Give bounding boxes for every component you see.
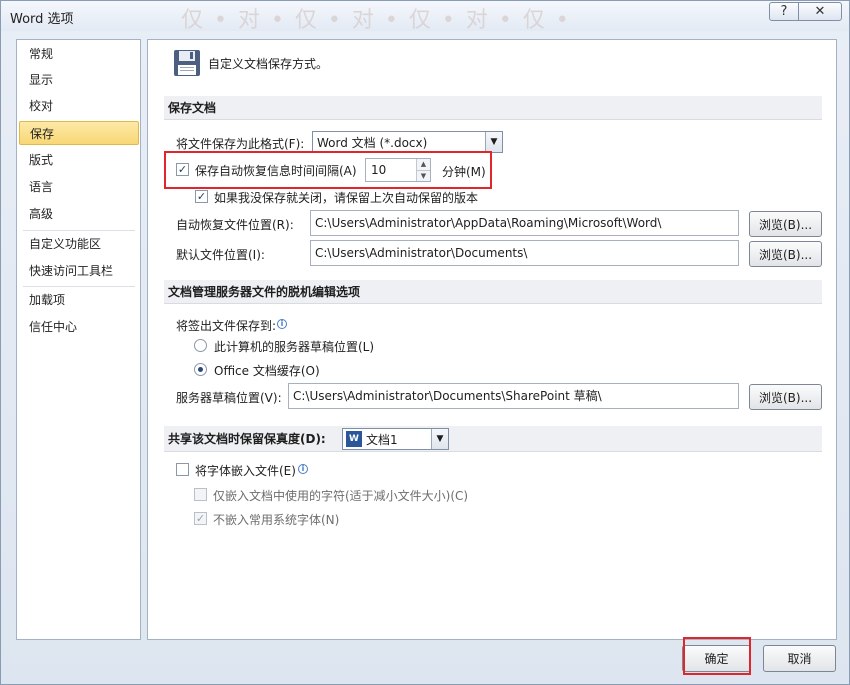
section-save-documents: 保存文档 <box>164 96 822 120</box>
word-options-dialog: Word 选项 仅 • 对 • 仅 • 对 • 仅 • 对 • 仅 • ? ✕ … <box>0 0 850 685</box>
save-format-value: Word 文档 (*.docx) <box>317 135 428 150</box>
nav-item-quick-access-toolbar[interactable]: 快速访问工具栏 <box>19 259 139 283</box>
title-watermark: 仅 • 对 • 仅 • 对 • 仅 • 对 • 仅 • <box>181 8 571 33</box>
panel-header: 自定义文档保存方式。 <box>172 48 328 78</box>
server-drafts-label: 此计算机的服务器草稿位置(L) <box>214 340 375 354</box>
no-common-fonts-checkbox: ✓ <box>194 512 207 525</box>
nav-item-layout[interactable]: 版式 <box>19 148 139 172</box>
office-cache-label: Office 文档缓存(O) <box>214 364 320 378</box>
browse-autorecover-button[interactable]: 浏览(B)... <box>749 211 822 237</box>
window-title: Word 选项 <box>10 12 74 27</box>
browse-drafts-button[interactable]: 浏览(B)... <box>749 384 822 410</box>
nav-item-proofing[interactable]: 校对 <box>19 94 139 118</box>
drafts-location-label: 服务器草稿位置(V): <box>176 391 282 405</box>
save-options-panel: 自定义文档保存方式。 保存文档 将文件保存为此格式(F): Word 文档 (*… <box>147 39 837 640</box>
nav-item-language[interactable]: 语言 <box>19 175 139 199</box>
nav-item-save[interactable]: 保存 <box>19 121 139 145</box>
options-nav: 常规 显示 校对 保存 版式 语言 高级 自定义功能区 快速访问工具栏 加载项 … <box>16 39 141 640</box>
checkout-label: 将签出文件保存到: <box>176 319 277 333</box>
floppy-disk-icon <box>174 50 200 76</box>
embed-fonts-label: 将字体嵌入文件(E) <box>195 464 296 478</box>
section-offline-editing: 文档管理服务器文件的脱机编辑选项 <box>164 280 822 304</box>
help-button[interactable]: ? <box>769 2 799 21</box>
keep-last-version-checkbox[interactable]: ✓ <box>195 190 208 203</box>
fidelity-document-dropdown[interactable]: W 文档1 ▼ <box>342 428 449 450</box>
autorecover-location-input[interactable]: C:\Users\Administrator\AppData\Roaming\M… <box>310 210 739 236</box>
close-button[interactable]: ✕ <box>798 2 842 21</box>
nav-item-addins[interactable]: 加载项 <box>19 288 139 312</box>
embed-used-chars-checkbox <box>194 488 207 501</box>
chevron-down-icon[interactable]: ▼ <box>431 429 448 449</box>
cancel-button[interactable]: 取消 <box>763 645 836 672</box>
save-format-label: 将文件保存为此格式(F): <box>176 137 305 151</box>
word-document-icon: W <box>346 431 362 447</box>
default-location-input[interactable]: C:\Users\Administrator\Documents\ <box>310 240 739 266</box>
nav-item-display[interactable]: 显示 <box>19 68 139 92</box>
nav-divider <box>23 230 135 231</box>
radio-office-cache[interactable] <box>194 363 207 376</box>
info-icon: i <box>298 464 308 474</box>
fidelity-document-value: 文档1 <box>366 432 398 447</box>
nav-item-general[interactable]: 常规 <box>19 42 139 66</box>
section-fidelity: 共享该文档时保留保真度(D): <box>164 426 822 452</box>
nav-item-advanced[interactable]: 高级 <box>19 202 139 226</box>
no-common-fonts-label: 不嵌入常用系统字体(N) <box>213 513 340 527</box>
autorecover-location-label: 自动恢复文件位置(R): <box>176 218 294 232</box>
keep-last-version-label: 如果我没保存就关闭，请保留上次自动保留的版本 <box>214 191 479 205</box>
default-location-label: 默认文件位置(I): <box>176 248 265 262</box>
save-format-dropdown[interactable]: Word 文档 (*.docx) ▼ <box>312 131 503 153</box>
nav-divider <box>23 286 135 287</box>
browse-default-button[interactable]: 浏览(B)... <box>749 241 822 267</box>
chevron-down-icon[interactable]: ▼ <box>485 132 502 152</box>
nav-item-customize-ribbon[interactable]: 自定义功能区 <box>19 232 139 256</box>
title-bar: Word 选项 仅 • 对 • 仅 • 对 • 仅 • 对 • 仅 • ? ✕ <box>1 1 849 33</box>
panel-header-text: 自定义文档保存方式。 <box>208 56 329 71</box>
highlight-autorecover <box>164 151 492 189</box>
highlight-ok <box>683 637 751 675</box>
drafts-location-input[interactable]: C:\Users\Administrator\Documents\SharePo… <box>288 383 739 409</box>
fidelity-label: 共享该文档时保留保真度(D): <box>168 432 326 446</box>
embed-used-chars-label: 仅嵌入文档中使用的字符(适于减小文件大小)(C) <box>213 489 469 503</box>
embed-fonts-checkbox[interactable] <box>176 463 189 476</box>
nav-item-trust-center[interactable]: 信任中心 <box>19 315 139 339</box>
info-icon: i <box>277 319 287 329</box>
radio-server-drafts[interactable] <box>194 339 207 352</box>
